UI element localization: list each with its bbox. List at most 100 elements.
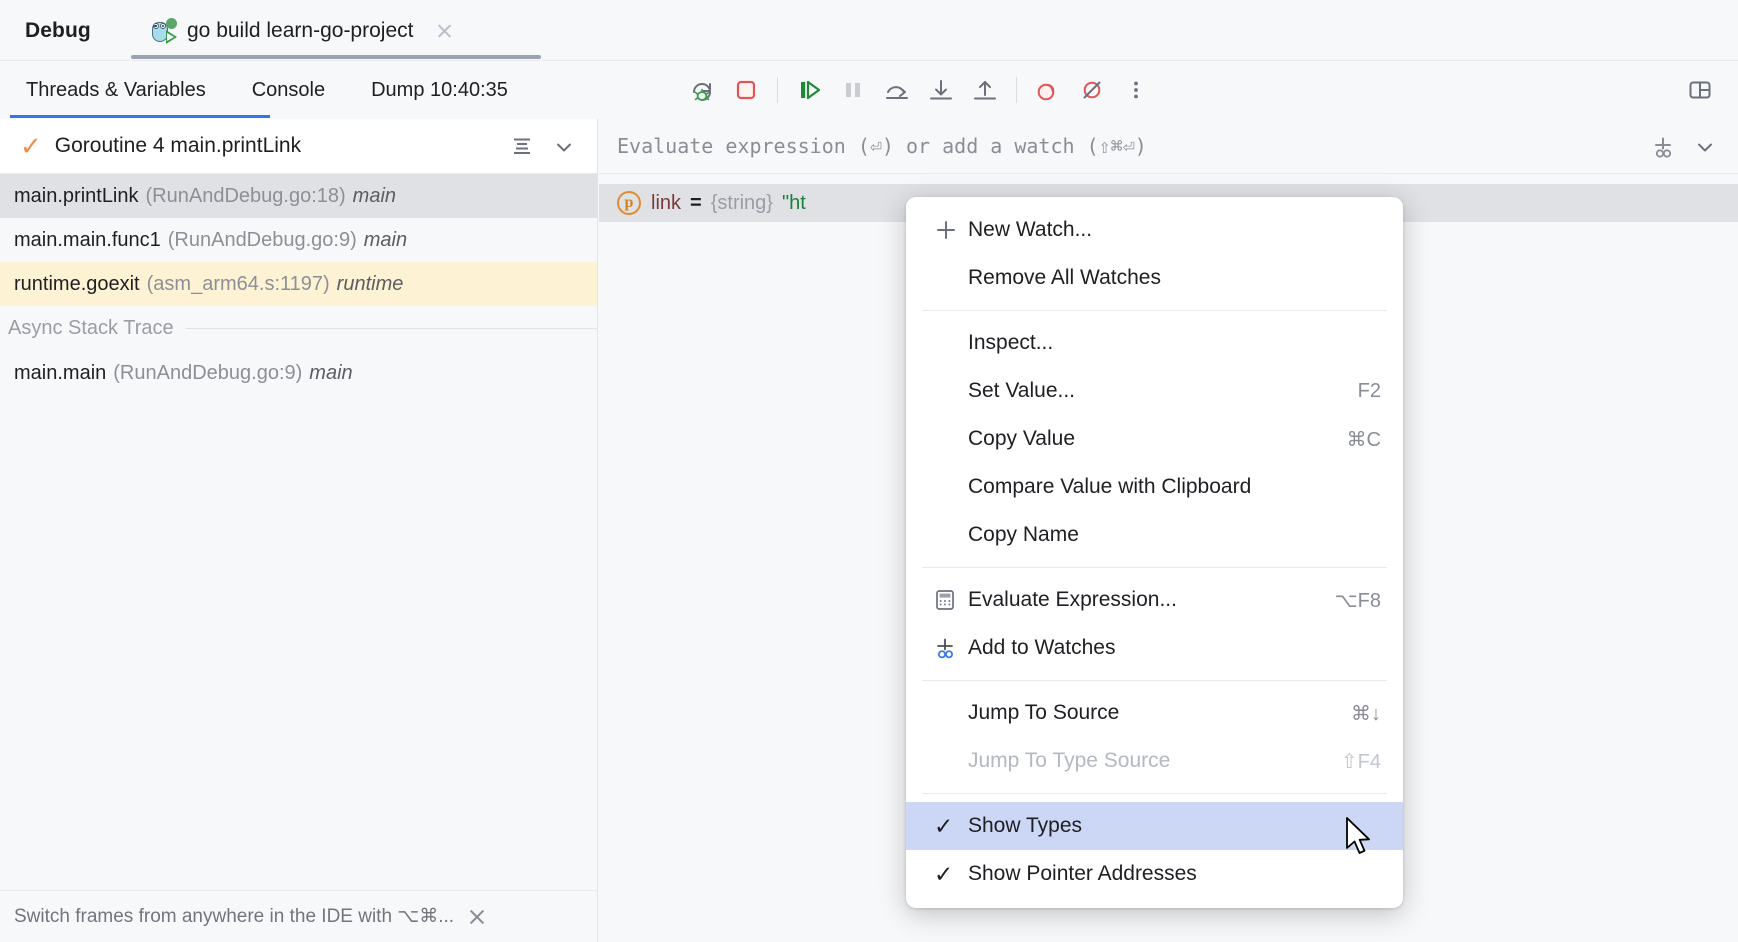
tab-dump[interactable]: Dump 10:40:35 — [371, 61, 508, 119]
frame-function: main.main.func1 — [14, 228, 161, 251]
run-tab-active-underline — [131, 55, 541, 59]
menu-item-show-types[interactable]: ✓ Show Types — [906, 802, 1403, 850]
check-icon: ✓ — [934, 860, 954, 887]
more-options-icon[interactable] — [1114, 68, 1158, 112]
menu-item-shortcut: ⌘↓ — [1351, 702, 1381, 725]
menu-item-shortcut: ⇧F4 — [1340, 750, 1381, 773]
chevron-down-icon[interactable] — [1684, 126, 1726, 168]
menu-divider — [922, 793, 1387, 794]
frame-location: (asm_arm64.s:1197) — [146, 272, 330, 295]
menu-divider — [922, 310, 1387, 311]
variable-type: {string} — [710, 191, 773, 214]
run-configuration-tab[interactable]: go build learn-go-project — [129, 0, 475, 61]
close-icon[interactable] — [468, 908, 486, 926]
divider — [185, 328, 597, 329]
check-icon: ✓ — [934, 812, 954, 839]
menu-item-add-to-watches[interactable]: Add to Watches — [906, 624, 1403, 672]
menu-item-remove-all-watches[interactable]: Remove All Watches — [906, 254, 1403, 302]
menu-item-label: Compare Value with Clipboard — [968, 475, 1252, 498]
debug-panel-title: Debug — [25, 18, 91, 42]
debug-toolbar: Threads & Variables Console Dump 10:40:3… — [0, 61, 1738, 180]
menu-item-label: Inspect... — [968, 331, 1054, 354]
toolbar-divider — [777, 77, 778, 103]
step-over-icon[interactable] — [875, 68, 919, 112]
frame-function: runtime.goexit — [14, 272, 140, 295]
menu-item-shortcut: ⌥F8 — [1334, 589, 1381, 612]
variable-equals: = — [690, 191, 702, 214]
tab-threads-and-variables[interactable]: Threads & Variables — [26, 61, 206, 119]
menu-item-label: Show Types — [968, 814, 1083, 837]
hint-text: Switch frames from anywhere in the IDE w… — [14, 906, 455, 927]
table-row[interactable]: main.main (RunAndDebug.go:9) main — [0, 351, 597, 395]
frames-hint-bar: Switch frames from anywhere in the IDE w… — [0, 890, 598, 942]
evaluate-expression-bar[interactable]: Evaluate expression (⏎) or add a watch (… — [599, 119, 1738, 174]
frame-location: (RunAndDebug.go:9) — [167, 228, 357, 251]
table-row[interactable]: main.main.func1 (RunAndDebug.go:9) main — [0, 218, 597, 262]
menu-item-label: Copy Value — [968, 427, 1076, 450]
parameter-badge-icon: p — [617, 191, 641, 215]
mute-breakpoints-icon[interactable] — [1070, 68, 1114, 112]
run-tab-label: go build learn-go-project — [187, 18, 414, 42]
menu-item-set-value[interactable]: Set Value... F2 — [906, 367, 1403, 415]
menu-item-label: Copy Name — [968, 523, 1079, 546]
add-to-watches-icon[interactable] — [1642, 126, 1684, 168]
add-to-watches-icon — [934, 636, 968, 660]
menu-item-label: Set Value... — [968, 379, 1076, 402]
tab-console[interactable]: Console — [252, 61, 325, 119]
menu-item-new-watch[interactable]: New Watch... — [906, 206, 1403, 254]
step-out-icon[interactable] — [963, 68, 1007, 112]
chevron-down-icon[interactable] — [543, 126, 585, 168]
evaluate-expression-input[interactable]: Evaluate expression (⏎) or add a watch (… — [617, 134, 1147, 158]
step-into-icon[interactable] — [919, 68, 963, 112]
layout-settings-icon[interactable] — [1678, 68, 1722, 112]
menu-item-copy-value[interactable]: Copy Value ⌘C — [906, 415, 1403, 463]
menu-item-copy-name[interactable]: Copy Name — [906, 511, 1403, 559]
frame-location: (RunAndDebug.go:9) — [113, 361, 303, 384]
frame-location: (RunAndDebug.go:18) — [145, 184, 346, 207]
menu-item-shortcut: ⌘C — [1346, 428, 1381, 451]
menu-divider — [922, 680, 1387, 681]
close-icon[interactable] — [435, 22, 453, 40]
menu-item-label: Show Pointer Addresses — [968, 862, 1197, 885]
rerun-debug-icon[interactable] — [680, 68, 724, 112]
frame-module: main — [363, 228, 408, 251]
async-stack-trace-header: Async Stack Trace — [0, 306, 597, 351]
menu-item-jump-to-type-source: Jump To Type Source ⇧F4 — [906, 737, 1403, 785]
orange-check-icon: ✓ — [20, 131, 42, 161]
menu-item-compare-value-with-clipboard[interactable]: Compare Value with Clipboard — [906, 463, 1403, 511]
frame-module: runtime — [336, 272, 404, 295]
async-stack-trace-label: Async Stack Trace — [8, 317, 174, 339]
thread-selector-label: Goroutine 4 main.printLink — [54, 134, 302, 157]
view-breakpoints-icon[interactable] — [1026, 68, 1070, 112]
menu-item-label: Evaluate Expression... — [968, 588, 1177, 611]
view-tabs: Threads & Variables Console Dump 10:40:3… — [0, 61, 508, 119]
toolbar-divider-2 — [1016, 77, 1017, 103]
menu-item-label: Jump To Type Source — [968, 749, 1171, 772]
menu-item-label: Remove All Watches — [968, 266, 1161, 289]
active-tab-underline — [10, 115, 270, 118]
watches-actions — [1642, 119, 1726, 174]
pause-program-icon[interactable] — [831, 68, 875, 112]
frame-function: main.printLink — [14, 184, 139, 207]
variable-value: "ht — [781, 191, 806, 214]
frames-list-icon[interactable] — [501, 126, 543, 168]
menu-item-inspect[interactable]: Inspect... — [906, 319, 1403, 367]
table-row[interactable]: runtime.goexit (asm_arm64.s:1197) runtim… — [0, 262, 597, 306]
menu-item-label: Add to Watches — [968, 636, 1116, 659]
frames-list: main.printLink (RunAndDebug.go:18) main … — [0, 174, 597, 395]
thread-selector[interactable]: ✓ Goroutine 4 main.printLink — [0, 119, 597, 174]
thread-selector-actions — [501, 119, 585, 174]
table-row[interactable]: main.printLink (RunAndDebug.go:18) main — [0, 174, 597, 218]
menu-item-jump-to-source[interactable]: Jump To Source ⌘↓ — [906, 689, 1403, 737]
frames-pane: ✓ Goroutine 4 main.printLink main.printL… — [0, 119, 598, 942]
frame-function: main.main — [14, 361, 107, 384]
stop-icon[interactable] — [724, 68, 768, 112]
frame-module: main — [309, 361, 353, 384]
variables-context-menu: New Watch... Remove All Watches Inspect.… — [906, 197, 1403, 908]
debug-tool-window-tabstrip: Debug go build learn-go-project — [0, 0, 1738, 61]
frame-module: main — [352, 184, 397, 207]
calculator-icon — [934, 589, 968, 611]
menu-item-evaluate-expression[interactable]: Evaluate Expression... ⌥F8 — [906, 576, 1403, 624]
resume-program-icon[interactable] — [787, 68, 831, 112]
menu-item-show-pointer-addresses[interactable]: ✓ Show Pointer Addresses — [906, 850, 1403, 898]
